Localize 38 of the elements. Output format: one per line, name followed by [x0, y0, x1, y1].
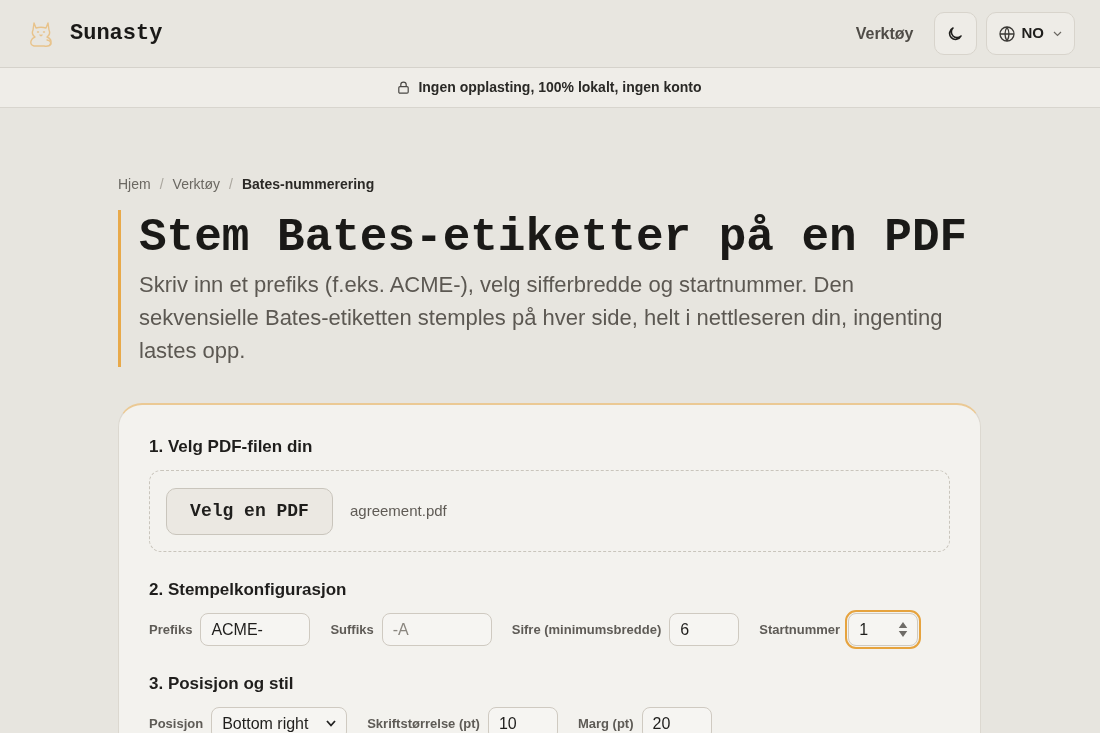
- page-description: Skriv inn et prefiks (f.eks. ACME-), velg sifferbredde og startnummer. Den sekvensielle Bates-etiketten stemples på hver side, helt i nettleseren din, ingenting lastes opp.: [139, 271, 944, 365]
- breadcrumb-link[interactable]: Verktøy: [172, 173, 221, 195]
- field-label: Sifre (minimumsbredde): [511, 620, 662, 639]
- chevron-down-icon: [326, 720, 337, 727]
- field-label: Skriftstørrelse (pt): [367, 714, 480, 733]
- brand-name[interactable]: Sunasty: [70, 17, 163, 50]
- field-label: Startnummer: [759, 620, 841, 639]
- banner-text: Ingen opplasting, 100% lokalt, ingen konto: [418, 78, 702, 97]
- text-field[interactable]: ACME-: [200, 613, 311, 646]
- position-select[interactable]: Bottom right: [211, 707, 348, 733]
- lock-icon: [398, 81, 410, 94]
- section-heading: 3. Posisjon og stil: [149, 673, 295, 695]
- file-name: agreement.pdf: [350, 500, 447, 521]
- globe-icon: [998, 25, 1015, 42]
- breadcrumb-current: Bates-nummerering: [241, 174, 375, 194]
- number-field[interactable]: 1: [848, 613, 919, 646]
- chevron-down-icon: [1053, 30, 1062, 37]
- field-label: Posisjon: [149, 714, 204, 733]
- language-button[interactable]: NO: [985, 12, 1075, 55]
- moon-icon: [948, 26, 962, 41]
- field-label: Prefiks: [149, 620, 193, 639]
- text-field[interactable]: -A: [381, 613, 492, 646]
- field-label: Suffiks: [330, 620, 374, 639]
- number-field[interactable]: 10: [487, 707, 558, 733]
- breadcrumb-separator: /: [229, 174, 233, 194]
- theme-toggle-button[interactable]: [933, 12, 977, 55]
- breadcrumb-link[interactable]: Hjem: [118, 173, 151, 195]
- section-heading: 2. Stempelkonfigurasjon: [149, 579, 348, 601]
- page-title: Stem Bates-etiketter på en PDF: [139, 211, 969, 266]
- choose-pdf-button[interactable]: Velg en PDF: [166, 487, 333, 535]
- field-label: Marg (pt): [577, 714, 634, 733]
- tools-link[interactable]: Verktøy: [855, 21, 914, 46]
- number-field[interactable]: 6: [669, 613, 740, 646]
- number-field[interactable]: 20: [641, 707, 712, 733]
- breadcrumb-separator: /: [159, 174, 164, 194]
- section-heading: 1. Velg PDF-filen din: [149, 436, 314, 458]
- spinner-arrows-icon[interactable]: [898, 621, 909, 638]
- file-drop-zone[interactable]: Velg en PDF agreement.pdf: [149, 470, 950, 552]
